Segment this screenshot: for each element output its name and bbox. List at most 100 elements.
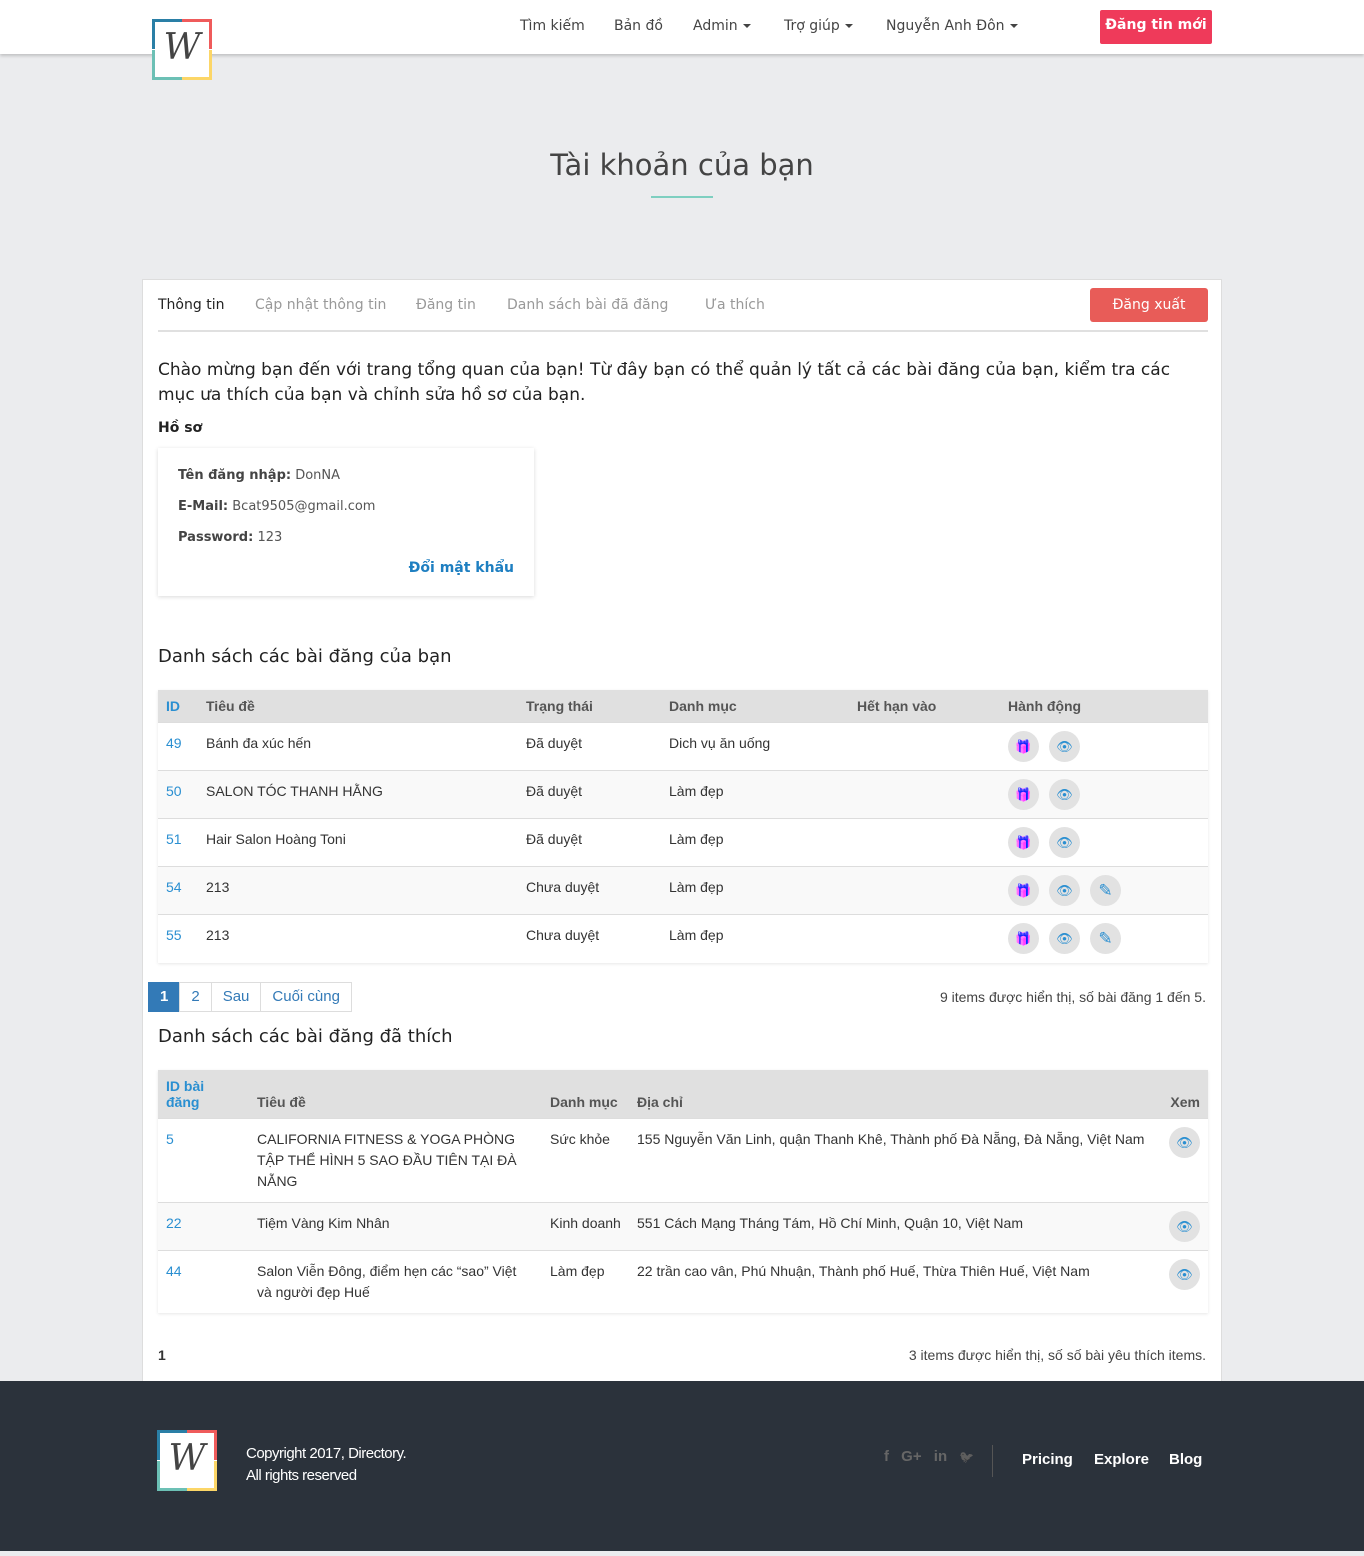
favorite-category: Sức khỏe	[542, 1118, 629, 1203]
favorite-title: Tiệm Vàng Kim Nhân	[249, 1202, 542, 1251]
gift-icon[interactable]: 🎁	[1008, 731, 1039, 762]
post-expires	[849, 818, 1000, 867]
nav-search[interactable]: Tìm kiếm	[520, 18, 585, 34]
eye-icon[interactable]: 👁	[1169, 1211, 1200, 1242]
post-expires	[849, 770, 1000, 819]
column-header: Danh mục	[542, 1070, 629, 1119]
post-id[interactable]: 49	[158, 722, 198, 771]
favorite-id[interactable]: 44	[158, 1250, 249, 1313]
post-expires	[849, 866, 1000, 915]
table-row: 49 Bánh đa xúc hến Đã duyệt Dich vụ ăn uống…	[158, 722, 1208, 771]
post-status: Chưa duyệt	[518, 914, 661, 963]
post-title: Hair Salon Hoàng Toni	[198, 818, 518, 867]
favorite-address: 155 Nguyễn Văn Linh, quận Thanh Khê, Thà…	[629, 1118, 1159, 1203]
page-title: Tài khoản của bạn	[550, 148, 814, 182]
favorite-view: 👁	[1159, 1118, 1208, 1203]
post-title: SALON TÓC THANH HẰNG	[198, 770, 518, 819]
facebook-icon[interactable]: f	[884, 1448, 889, 1465]
logo[interactable]: W	[152, 19, 212, 80]
favorite-category: Kinh doanh	[542, 1202, 629, 1251]
post-id[interactable]: 50	[158, 770, 198, 819]
tab-post[interactable]: Đăng tin	[416, 297, 476, 313]
pagination: 1 2 Sau Cuối cùng	[148, 982, 352, 1012]
gift-icon[interactable]: 🎁	[1008, 875, 1039, 906]
column-header: Tiêu đề	[198, 690, 518, 723]
posts-info: 9 items được hiển thị, số bài đăng 1 đến…	[939, 989, 1206, 1005]
favorite-id[interactable]: 5	[158, 1118, 249, 1203]
table-row: 51 Hair Salon Hoàng Toni Đã duyệt Làm đẹp 🎁 👁	[158, 818, 1208, 867]
tab-favorites[interactable]: Ưa thích	[705, 297, 765, 313]
favorites-page[interactable]: 1	[158, 1347, 166, 1363]
username-row: Tên đăng nhập: DonNA	[178, 468, 341, 483]
table-row: 54 213 Chưa duyệt Làm đẹp 🎁 👁 ✎	[158, 866, 1208, 915]
column-header: Danh mục	[661, 690, 849, 723]
title-underline	[651, 196, 713, 198]
tab-update-info[interactable]: Cập nhật thông tin	[255, 297, 386, 313]
eye-icon[interactable]: 👁	[1049, 875, 1080, 906]
column-header: Hết hạn vào	[849, 690, 1000, 723]
change-password-link[interactable]: Đổi mật khẩu	[409, 560, 514, 576]
favorites-table: ID bài đăng Tiêu đề Danh mục Địa chỉ Xem 5 CAL…	[158, 1070, 1208, 1313]
footer-link-pricing[interactable]: Pricing	[1022, 1451, 1073, 1468]
post-actions: 🎁 👁	[1000, 770, 1208, 819]
footer-logo[interactable]: W	[157, 1430, 217, 1491]
eye-icon[interactable]: 👁	[1049, 779, 1080, 810]
eye-icon[interactable]: 👁	[1049, 923, 1080, 954]
eye-icon[interactable]: 👁	[1169, 1259, 1200, 1290]
pencil-icon[interactable]: ✎	[1090, 923, 1121, 954]
column-header: Trạng thái	[518, 690, 661, 723]
eye-icon[interactable]: 👁	[1049, 827, 1080, 858]
pencil-icon[interactable]: ✎	[1090, 875, 1121, 906]
eye-icon[interactable]: 👁	[1049, 731, 1080, 762]
column-header: Hành động	[1000, 690, 1208, 723]
linkedin-icon[interactable]: in	[934, 1448, 947, 1465]
table-row: 44 Salon Viễn Đông, điểm hẹn các “sao” Vi…	[158, 1250, 1208, 1313]
page-link[interactable]: Sau	[210, 982, 262, 1012]
gift-icon[interactable]: 🎁	[1008, 923, 1039, 954]
eye-icon[interactable]: 👁	[1169, 1127, 1200, 1158]
nav-map[interactable]: Bản đồ	[614, 18, 663, 34]
top-navbar: W Tìm kiếm Bản đồ Admin Trợ giúp Nguyễn …	[0, 0, 1364, 80]
tab-posted-list[interactable]: Danh sách bài đã đăng	[507, 297, 668, 313]
column-header: ID	[158, 690, 198, 723]
favorite-address: 22 trần cao vân, Phú Nhuận, Thành phố Hu…	[629, 1250, 1159, 1313]
post-actions: 🎁 👁 ✎	[1000, 914, 1208, 963]
post-title: Bánh đa xúc hến	[198, 722, 518, 771]
nav-user[interactable]: Nguyễn Anh Đôn	[886, 18, 1018, 34]
account-tabs: Thông tin Cập nhật thông tin Đăng tin Da…	[158, 280, 1208, 332]
new-post-button[interactable]: Đăng tin mới	[1100, 10, 1212, 44]
favorite-view: 👁	[1159, 1250, 1208, 1313]
post-status: Đã duyệt	[518, 770, 661, 819]
post-id[interactable]: 51	[158, 818, 198, 867]
post-category: Làm đẹp	[661, 770, 849, 819]
nav-help[interactable]: Trợ giúp	[784, 18, 853, 34]
page-link[interactable]: 1	[148, 982, 181, 1012]
post-category: Làm đẹp	[661, 818, 849, 867]
tab-info[interactable]: Thông tin	[158, 297, 224, 313]
post-id[interactable]: 55	[158, 914, 198, 963]
gift-icon[interactable]: 🎁	[1008, 779, 1039, 810]
nav-admin[interactable]: Admin	[693, 18, 751, 34]
favorite-id[interactable]: 22	[158, 1202, 249, 1251]
copyright: Copyright 2017, Directory. All rights res…	[246, 1445, 407, 1484]
account-card: Thông tin Cập nhật thông tin Đăng tin Da…	[142, 279, 1222, 1383]
footer: W Copyright 2017, Directory. All rights r…	[0, 1381, 1364, 1551]
posts-table: ID Tiêu đề Trạng thái Danh mục Hết hạn vào Hà…	[158, 690, 1208, 963]
email-row: E-Mail: Bcat9505@gmail.com	[178, 499, 376, 514]
post-id[interactable]: 54	[158, 866, 198, 915]
post-status: Đã duyệt	[518, 818, 661, 867]
favorite-title: CALIFORNIA FITNESS & YOGA PHÒNG TẬP THỂ …	[249, 1118, 542, 1203]
password-row: Password: 123	[178, 530, 283, 545]
footer-link-blog[interactable]: Blog	[1169, 1451, 1202, 1468]
post-category: Làm đẹp	[661, 866, 849, 915]
table-row: 5 CALIFORNIA FITNESS & YOGA PHÒNG TẬP THỂ…	[158, 1118, 1208, 1203]
logout-button[interactable]: Đăng xuất	[1090, 288, 1208, 322]
google-plus-icon[interactable]: G+	[901, 1448, 921, 1465]
profile-box: Tên đăng nhập: DonNA E-Mail: Bcat9505@gm…	[158, 448, 534, 596]
page-link[interactable]: 2	[179, 982, 212, 1012]
gift-icon[interactable]: 🎁	[1008, 827, 1039, 858]
column-header: Địa chỉ	[629, 1070, 1159, 1119]
page-link[interactable]: Cuối cùng	[260, 982, 352, 1012]
footer-link-explore[interactable]: Explore	[1094, 1451, 1149, 1468]
twitter-icon[interactable]: 🐦	[959, 1450, 974, 1464]
